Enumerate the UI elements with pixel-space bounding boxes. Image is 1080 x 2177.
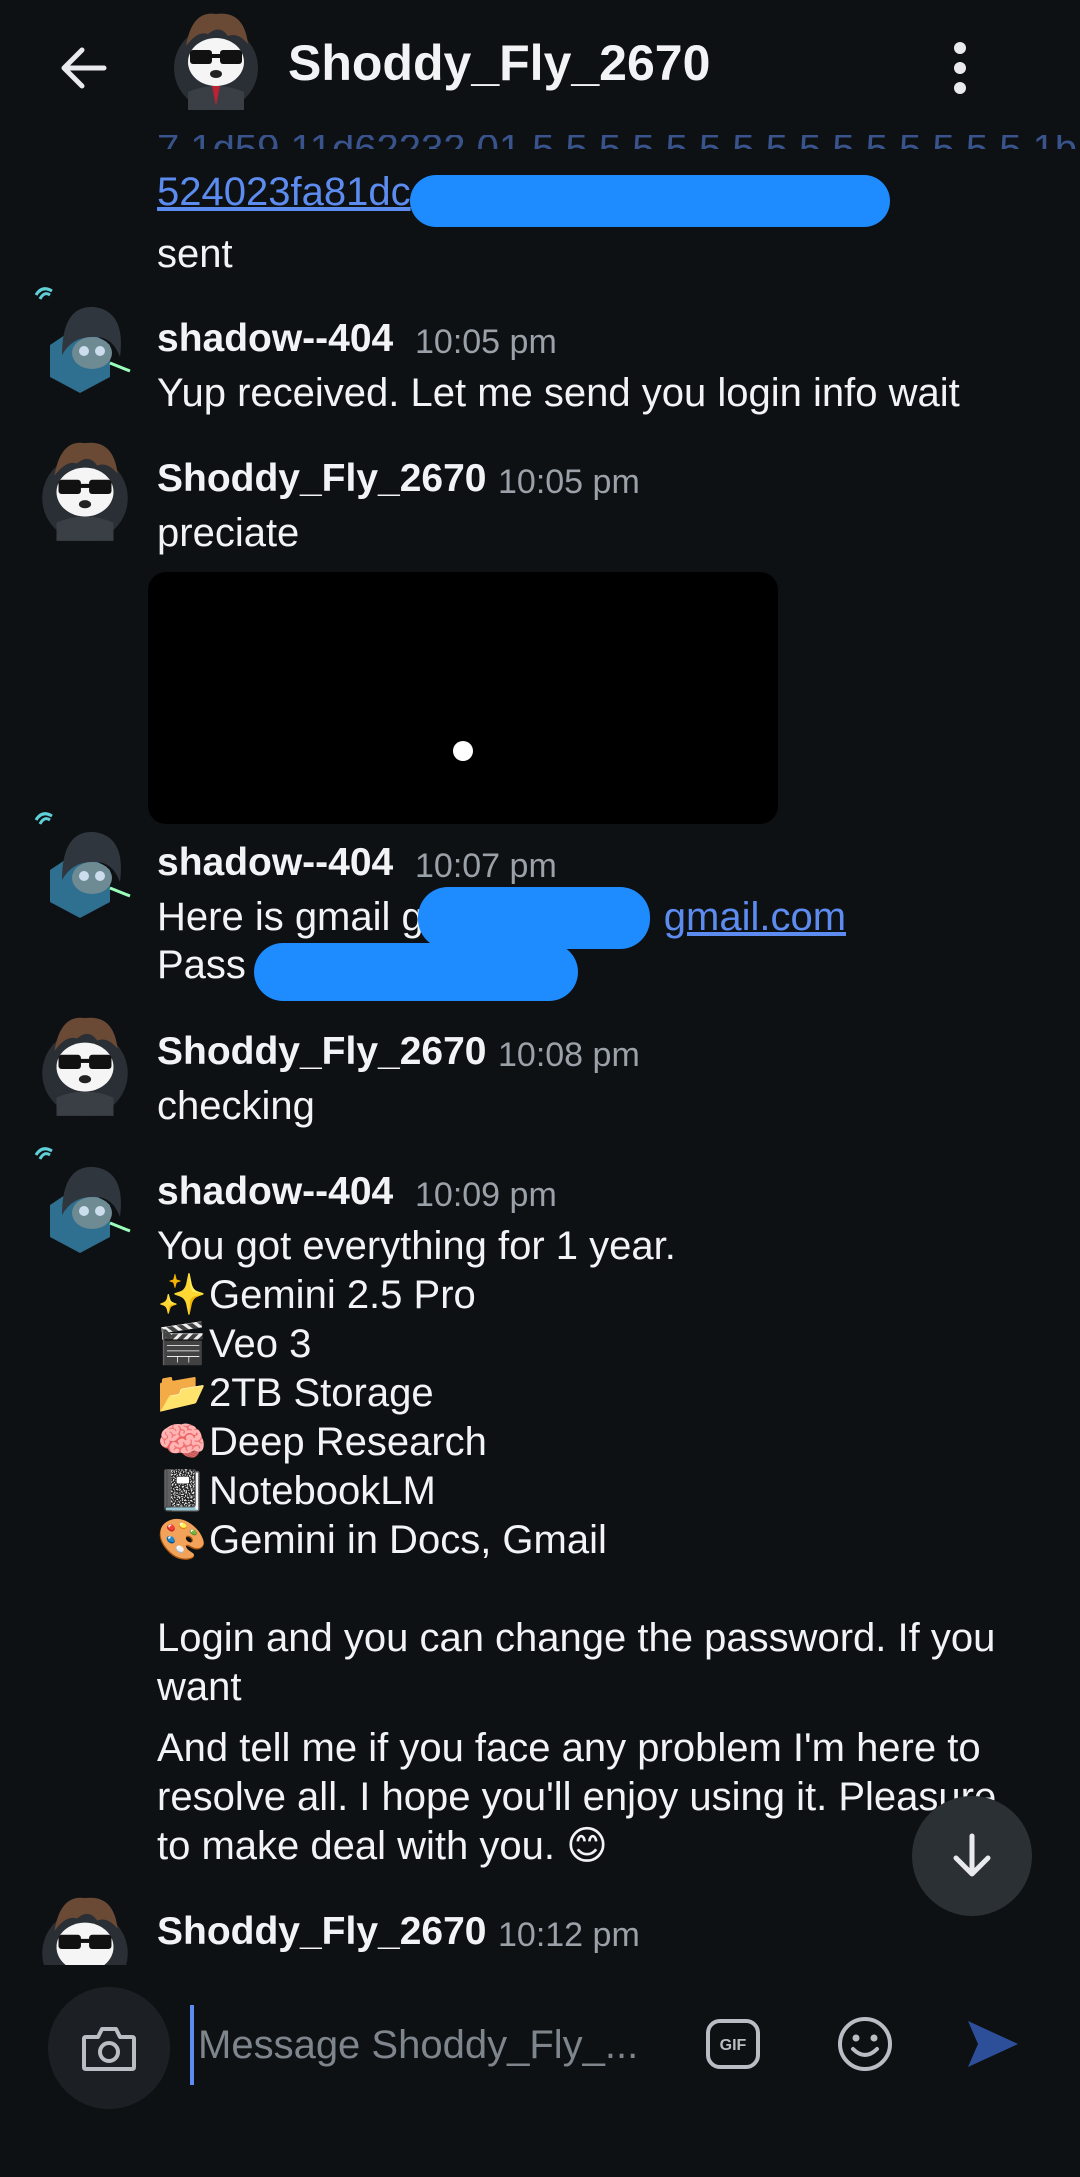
message-text: You got everything for 1 year. xyxy=(157,1224,676,1268)
redaction-scribble xyxy=(418,887,650,949)
arrow-down-icon xyxy=(953,1833,991,1877)
avatar[interactable] xyxy=(32,1890,138,1965)
gif-icon: GIF xyxy=(706,2019,760,2069)
message-timestamp: 10:08 pm xyxy=(498,1036,640,1074)
redaction-scribble xyxy=(254,943,578,1001)
camera-icon xyxy=(82,2027,136,2071)
send-button[interactable] xyxy=(958,2009,1028,2079)
feature-item: 📓NotebookLM xyxy=(157,1467,436,1516)
password-line: Pass xyxy=(157,943,246,987)
hooded-robot-avatar-icon xyxy=(34,287,131,393)
back-button[interactable] xyxy=(48,32,120,104)
camera-button[interactable] xyxy=(48,1987,170,2109)
media-dot xyxy=(453,741,473,761)
brain-icon: 🧠 xyxy=(157,1420,207,1464)
message-author[interactable]: Shoddy_Fly_2670 xyxy=(157,1030,486,1074)
message-list[interactable]: 7 1d59 11d62232 01 5 5 5 5 5 5 5 5 5 5 5… xyxy=(0,135,1080,1965)
notebook-icon: 📓 xyxy=(157,1469,207,1513)
message-text: Yup received. Let me send you login info… xyxy=(157,371,960,415)
message-text: checking xyxy=(157,1084,315,1128)
avatar[interactable] xyxy=(32,435,138,547)
message-text: resolve all. I hope you'll enjoy using i… xyxy=(157,1775,997,1819)
palette-icon: 🎨 xyxy=(157,1518,207,1562)
message-timestamp: 10:05 pm xyxy=(498,463,640,501)
clapper-icon: 🎬 xyxy=(157,1322,207,1366)
arrow-left-icon xyxy=(61,47,107,89)
message-timestamp: 10:07 pm xyxy=(415,847,557,885)
message-text: sent xyxy=(157,232,233,276)
message-text: preciate xyxy=(157,511,300,555)
feature-item: ✨Gemini 2.5 Pro xyxy=(157,1271,476,1320)
folder-icon: 📂 xyxy=(157,1371,207,1415)
cut-off-link-line[interactable]: 7 1d59 11d62232 01 5 5 5 5 5 5 5 5 5 5 5… xyxy=(157,135,1077,149)
feature-item: 🎬Veo 3 xyxy=(157,1320,311,1369)
avatar[interactable] xyxy=(32,1145,138,1257)
scroll-to-bottom-button[interactable] xyxy=(912,1796,1032,1916)
partial-message-link[interactable]: 524023fa81dc xyxy=(157,168,411,217)
svg-text:GIF: GIF xyxy=(720,2037,747,2054)
panda-avatar-icon xyxy=(174,13,258,110)
message-timestamp: 10:05 pm xyxy=(415,323,557,361)
header-avatar[interactable] xyxy=(168,6,264,116)
message-author[interactable]: shadow--404 xyxy=(157,317,393,361)
message-author[interactable]: Shoddy_Fly_2670 xyxy=(157,1910,486,1954)
message-text: Login and you can change the password. I… xyxy=(157,1616,996,1660)
smiley-icon xyxy=(838,2017,892,2071)
email-link[interactable]: gmail.com xyxy=(664,895,846,939)
more-options-button[interactable] xyxy=(935,36,985,100)
message-author[interactable]: shadow--404 xyxy=(157,1170,393,1214)
avatar[interactable] xyxy=(32,1010,138,1122)
gif-button[interactable]: GIF xyxy=(700,2009,766,2079)
emoji-button[interactable] xyxy=(830,2009,900,2079)
feature-item: 🧠Deep Research xyxy=(157,1418,487,1467)
panda-avatar-icon xyxy=(42,442,128,541)
chat-header: Shoddy_Fly_2670 xyxy=(0,0,1080,135)
media-attachment[interactable] xyxy=(148,572,778,824)
message-author[interactable]: Shoddy_Fly_2670 xyxy=(157,457,486,501)
more-vertical-icon xyxy=(954,42,966,94)
avatar[interactable] xyxy=(32,285,138,397)
message-timestamp: 10:12 pm xyxy=(498,1916,640,1954)
panda-avatar-icon xyxy=(42,1017,128,1116)
sparkles-icon: ✨ xyxy=(157,1273,207,1317)
feature-item: 🎨Gemini in Docs, Gmail xyxy=(157,1516,607,1565)
avatar[interactable] xyxy=(32,810,138,922)
feature-item: 📂2TB Storage xyxy=(157,1369,434,1418)
message-timestamp: 10:09 pm xyxy=(415,1176,557,1214)
panda-avatar-icon xyxy=(42,1897,128,1965)
send-icon xyxy=(968,2021,1018,2067)
message-text: And tell me if you face any problem I'm … xyxy=(157,1726,981,1770)
message-author[interactable]: shadow--404 xyxy=(157,841,393,885)
message-text: want xyxy=(157,1665,242,1709)
chat-title[interactable]: Shoddy_Fly_2670 xyxy=(288,34,710,92)
gmail-prefix: Here is gmail g xyxy=(157,895,424,939)
message-composer: GIF xyxy=(0,1965,1080,2177)
message-text: to make deal with you. 😊 xyxy=(157,1824,608,1868)
redaction-scribble xyxy=(410,175,890,227)
message-input[interactable] xyxy=(190,2005,650,2085)
hooded-robot-avatar-icon xyxy=(34,1147,131,1253)
hooded-robot-avatar-icon xyxy=(34,812,131,918)
